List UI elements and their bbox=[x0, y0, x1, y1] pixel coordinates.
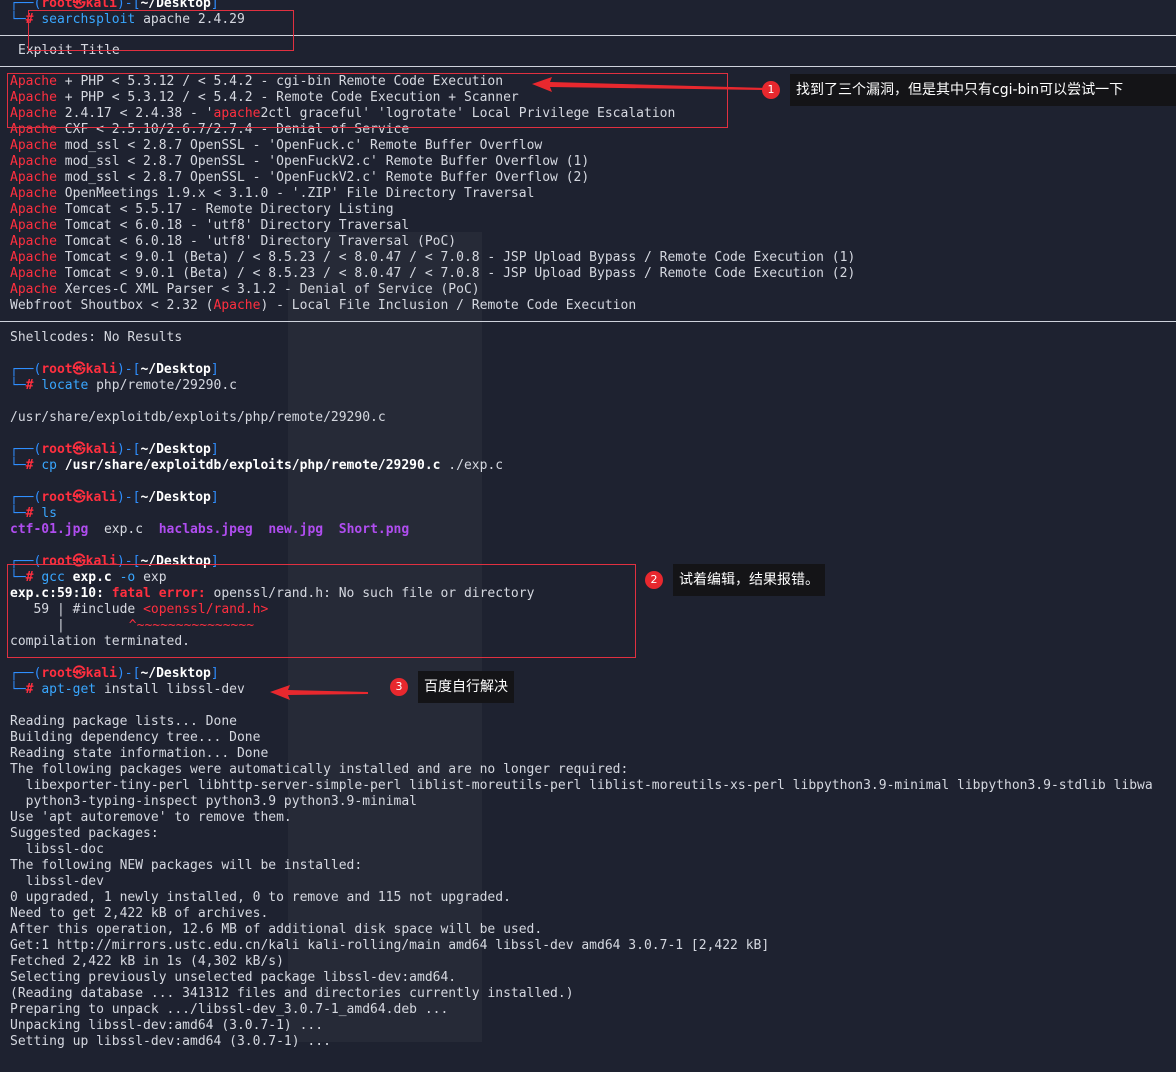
shellcodes-result: Shellcodes: No Results bbox=[10, 330, 183, 345]
locate-output: /usr/share/exploitdb/exploits/php/remote… bbox=[10, 410, 386, 425]
result-row: Apache Xerces-C XML Parser < 3.1.2 - Den… bbox=[10, 282, 480, 297]
result-row: Webfroot Shoutbox < 2.32 (Apache) - Loca… bbox=[10, 298, 637, 313]
apt-line: Suggested packages: bbox=[10, 826, 159, 841]
result-row: Apache Tomcat < 6.0.18 - 'utf8' Director… bbox=[10, 234, 457, 249]
apt-line: libssl-doc bbox=[10, 842, 104, 857]
command-line: └─# locate php/remote/29290.c bbox=[10, 378, 237, 393]
apt-line: 0 upgraded, 1 newly installed, 0 to remo… bbox=[10, 890, 511, 905]
apt-output: Reading package lists... Done Building d… bbox=[10, 714, 1176, 1050]
result-row: Apache mod_ssl < 2.8.7 OpenSSL - 'OpenFu… bbox=[10, 154, 590, 169]
apt-line: Need to get 2,422 kB of archives. bbox=[10, 906, 269, 921]
apt-line: The following packages were automaticall… bbox=[10, 762, 629, 777]
apt-line: (Reading database ... 341312 files and d… bbox=[10, 986, 574, 1001]
apt-line: libexporter-tiny-perl libhttp-server-sim… bbox=[10, 778, 1153, 793]
apt-line: Unpacking libssl-dev:amd64 (3.0.7-1) ... bbox=[10, 1018, 324, 1033]
annotation-note-2: 试着编辑，结果报错。 bbox=[673, 564, 825, 596]
apt-line: Building dependency tree... Done bbox=[10, 730, 261, 745]
prompt-line: ┌──(root㉿kali)-[~/Desktop] bbox=[10, 362, 219, 377]
apt-line: Get:1 http://mirrors.ustc.edu.cn/kali ka… bbox=[10, 938, 770, 953]
result-row: Apache mod_ssl < 2.8.7 OpenSSL - 'OpenFu… bbox=[10, 170, 590, 185]
apt-line: After this operation, 12.6 MB of additio… bbox=[10, 922, 543, 937]
annotation-note-3: 百度自行解决 bbox=[418, 671, 514, 703]
prompt-line: ┌──(root㉿kali)-[~/Desktop] bbox=[10, 442, 219, 457]
annotation-badge-1: 1 bbox=[762, 81, 780, 99]
apt-line: Preparing to unpack .../libssl-dev_3.0.7… bbox=[10, 1002, 449, 1017]
result-row: Apache mod_ssl < 2.8.7 OpenSSL - 'OpenFu… bbox=[10, 138, 543, 153]
prompt-line: ┌──(root㉿kali)-[~/Desktop] bbox=[10, 666, 219, 681]
annotation-box-gcc-error bbox=[7, 564, 636, 658]
command-line: └─# cp /usr/share/exploitdb/exploits/php… bbox=[10, 458, 504, 473]
apt-line: Reading package lists... Done bbox=[10, 714, 237, 729]
apt-line: Reading state information... Done bbox=[10, 746, 269, 761]
apt-line: The following NEW packages will be insta… bbox=[10, 858, 363, 873]
terminal[interactable]: ┌──(root㉿kali)-[~/Desktop] └─# searchspl… bbox=[0, 0, 1176, 1050]
apt-line: Fetched 2,422 kB in 1s (4,302 kB/s) bbox=[10, 954, 284, 969]
apt-line: Setting up libssl-dev:amd64 (3.0.7-1) ..… bbox=[10, 1034, 331, 1049]
result-row: Apache Tomcat < 6.0.18 - 'utf8' Director… bbox=[10, 218, 410, 233]
annotation-box-results bbox=[7, 73, 728, 128]
result-row: Apache Tomcat < 9.0.1 (Beta) / < 8.5.23 … bbox=[10, 250, 856, 265]
result-row: Apache Tomcat < 9.0.1 (Beta) / < 8.5.23 … bbox=[10, 266, 856, 281]
ls-output: ctf-01.jpg exp.c haclabs.jpeg new.jpg Sh… bbox=[10, 522, 410, 537]
divider bbox=[0, 321, 1176, 322]
apt-line: libssl-dev bbox=[10, 874, 104, 889]
prompt-line: ┌──(root㉿kali)-[~/Desktop] bbox=[10, 490, 219, 505]
apt-line: Use 'apt autoremove' to remove them. bbox=[10, 810, 292, 825]
command-line: └─# ls bbox=[10, 506, 57, 521]
annotation-badge-2: 2 bbox=[645, 571, 663, 589]
result-row: Apache OpenMeetings 1.9.x < 3.1.0 - '.ZI… bbox=[10, 186, 535, 201]
annotation-box-searchsploit bbox=[28, 10, 294, 51]
apt-line: python3-typing-inspect python3.9 python3… bbox=[10, 794, 417, 809]
annotation-badge-3: 3 bbox=[390, 678, 408, 696]
divider bbox=[0, 66, 1176, 67]
command-line: └─# apt-get install libssl-dev bbox=[10, 682, 245, 697]
annotation-note-1: 找到了三个漏洞，但是其中只有cgi-bin可以尝试一下 bbox=[790, 74, 1176, 106]
apt-line: Selecting previously unselected package … bbox=[10, 970, 457, 985]
result-row: Apache Tomcat < 5.5.17 - Remote Director… bbox=[10, 202, 394, 217]
